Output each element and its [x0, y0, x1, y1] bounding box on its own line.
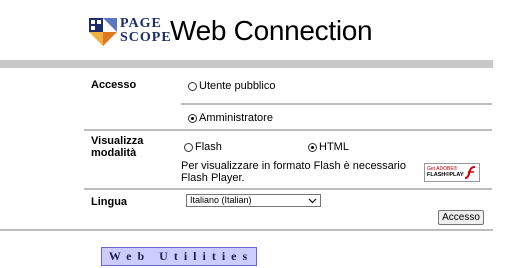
chevron-down-icon — [308, 196, 317, 208]
pagescope-logo-icon — [88, 17, 118, 47]
radio-flash-icon[interactable] — [184, 142, 193, 152]
access-label: Accesso — [91, 79, 137, 91]
radio-public-user-icon[interactable] — [188, 81, 197, 91]
flash-logo-icon — [464, 165, 478, 181]
divider — [84, 188, 492, 190]
radio-html-label: HTML — [319, 141, 349, 153]
radio-flash-label: Flash — [195, 141, 222, 153]
footer-divider — [0, 229, 493, 231]
radio-public-user-label: Utente pubblico — [199, 80, 276, 92]
get-flash-player-badge[interactable]: Get ADOBE® FLASH®PLAYER — [424, 163, 480, 182]
display-mode-label: Visualizza modalità — [91, 135, 143, 159]
language-select-value: Italiano (Italian) — [190, 195, 252, 205]
login-button[interactable]: Accesso — [438, 210, 484, 225]
radio-html[interactable]: HTML — [308, 141, 349, 153]
radio-flash[interactable]: Flash — [184, 141, 222, 153]
web-utilities-link[interactable]: Web Utilities — [101, 247, 257, 266]
flash-player-note: Per visualizzare in formato Flash è nece… — [181, 160, 406, 184]
display-mode-label-line1: Visualizza — [91, 135, 144, 147]
display-mode-label-line2: modalità — [91, 147, 137, 159]
radio-administrator[interactable]: Amministratore — [188, 112, 273, 124]
logo-text-page: PAGE — [120, 16, 162, 31]
language-select[interactable]: Italiano (Italian) — [186, 194, 321, 207]
radio-html-icon[interactable] — [308, 142, 317, 152]
language-label: Lingua — [91, 196, 128, 208]
divider — [181, 103, 492, 105]
app-title: Web Connection — [170, 15, 373, 46]
radio-administrator-icon[interactable] — [188, 113, 197, 123]
radio-administrator-label: Amministratore — [199, 112, 273, 124]
logo-text-scope: SCOPE — [120, 30, 172, 45]
divider — [84, 129, 492, 131]
radio-public-user[interactable]: Utente pubblico — [188, 80, 275, 92]
header-divider-bar — [0, 60, 493, 68]
